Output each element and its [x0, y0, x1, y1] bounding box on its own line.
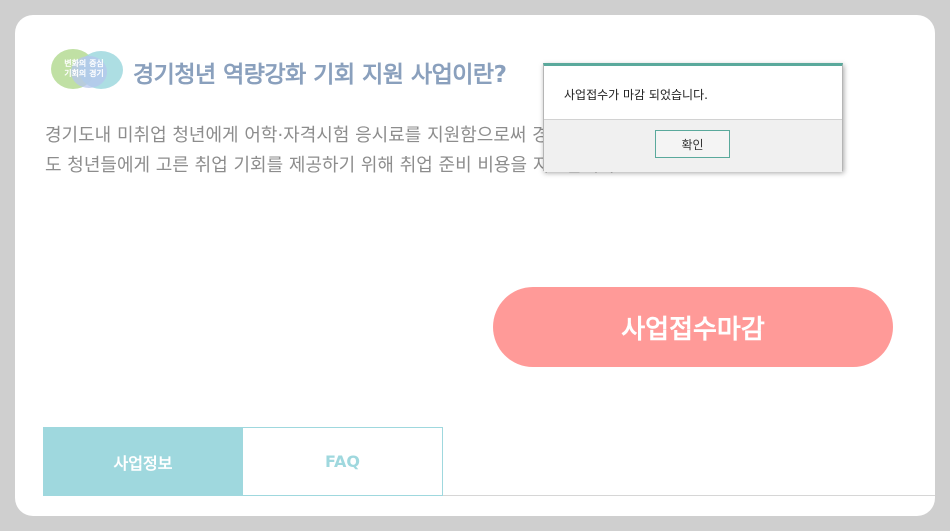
- alert-ok-button[interactable]: 확인: [655, 130, 730, 158]
- tab-divider: [443, 495, 935, 496]
- tab-program-info[interactable]: 사업정보: [43, 427, 243, 496]
- logo-text: 변화의 중심 기회의 경기: [59, 46, 109, 92]
- alert-message: 사업접수가 마감 되었습니다.: [564, 88, 708, 102]
- tab-faq[interactable]: FAQ: [243, 427, 443, 496]
- application-closed-button[interactable]: 사업접수마감: [493, 287, 893, 367]
- tab-bar: 사업정보 FAQ: [43, 427, 443, 496]
- alert-dialog: 사업접수가 마감 되었습니다. 확인: [543, 63, 843, 172]
- logo-line1: 변화의 중심: [64, 59, 104, 68]
- page-title: 경기청년 역량강화 기회 지원 사업이란?: [133, 62, 507, 88]
- gyeonggi-logo: 변화의 중심 기회의 경기: [49, 46, 127, 92]
- logo-line2: 기회의 경기: [64, 69, 104, 78]
- alert-footer: 확인: [544, 119, 842, 172]
